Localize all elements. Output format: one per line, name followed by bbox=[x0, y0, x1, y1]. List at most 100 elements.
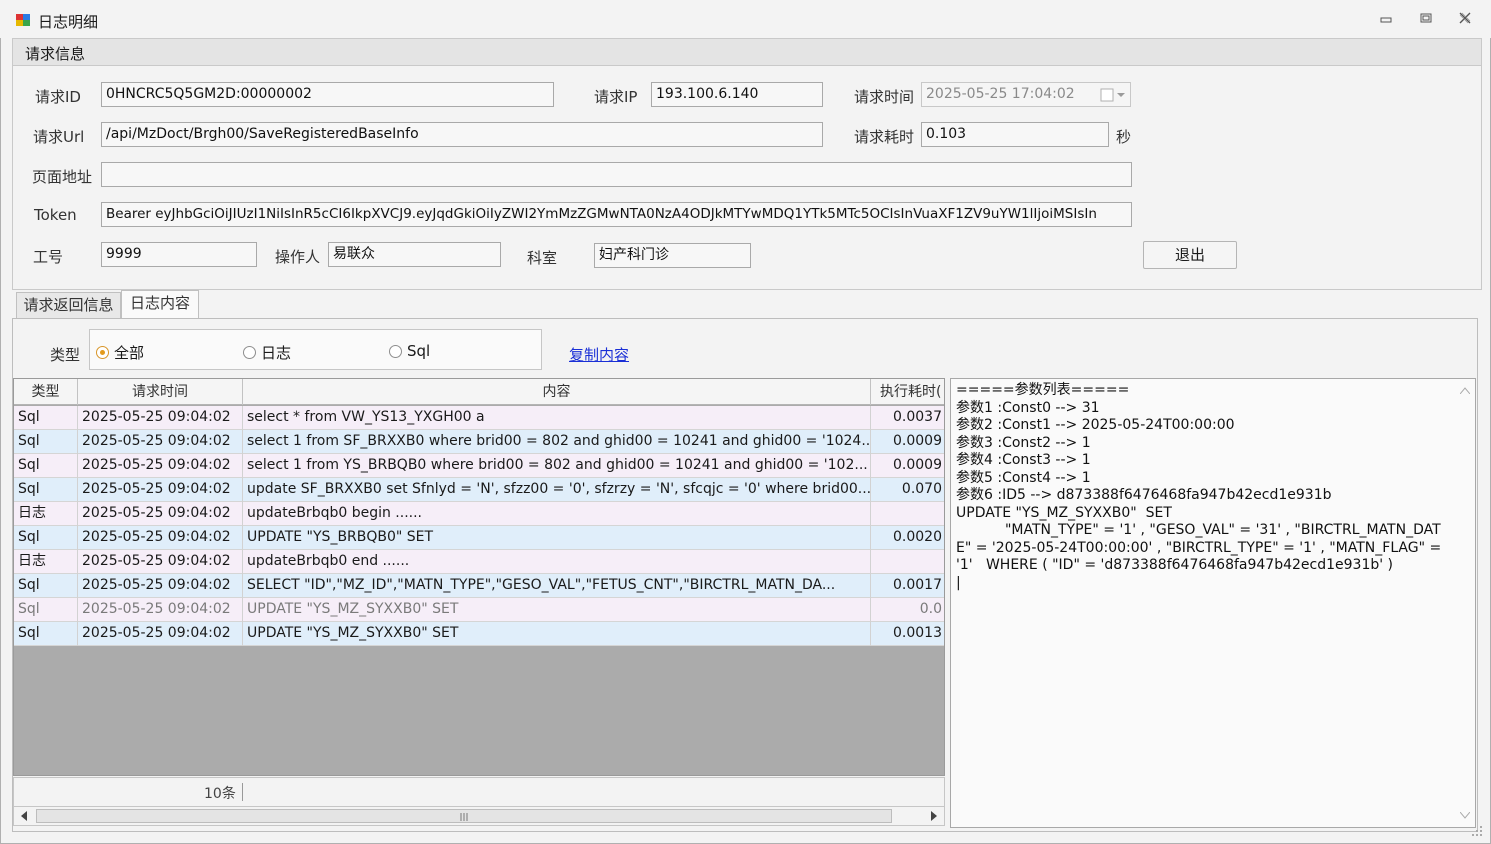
column-type[interactable]: 类型 bbox=[14, 379, 78, 405]
table-row[interactable]: 日志 2025-05-25 09:04:02 updateBrbqb0 end .… bbox=[14, 550, 944, 574]
employee-no-label: 工号 bbox=[33, 248, 64, 266]
elapsed-field[interactable]: 0.103 bbox=[921, 122, 1109, 147]
cell-type: Sql bbox=[14, 478, 78, 502]
tab-response-info[interactable]: 请求返回信息 bbox=[16, 292, 121, 319]
exit-button[interactable]: 退出 bbox=[1143, 241, 1237, 269]
radio-all-label: 全部 bbox=[114, 344, 145, 362]
grid-footer: 10条 bbox=[13, 777, 945, 807]
token-field[interactable]: Bearer eyJhbGciOiJIUzI1NiIsInR5cCI6IkpXV… bbox=[101, 202, 1132, 227]
close-button[interactable] bbox=[1450, 8, 1480, 32]
radio-all[interactable]: 全部 bbox=[96, 342, 144, 363]
cell-type: 日志 bbox=[14, 502, 78, 526]
title-bar: 日志明细 bbox=[0, 0, 1491, 38]
table-row[interactable]: Sql 2025-05-25 09:04:02 select 1 from SF_B… bbox=[14, 430, 944, 454]
cell-content: select 1 from YS_BRBQB0 where brid00 = 8… bbox=[243, 454, 871, 478]
tab-log-content[interactable]: 日志内容 bbox=[121, 290, 199, 319]
table-row[interactable]: Sql 2025-05-25 09:04:02 UPDATE "YS_MZ_SYXX… bbox=[14, 622, 944, 646]
resize-grip-icon[interactable] bbox=[1468, 822, 1484, 838]
window-title: 日志明细 bbox=[38, 13, 99, 31]
cell-content: UPDATE "YS_BRBQB0" SET bbox=[243, 526, 871, 550]
table-row[interactable]: Sql 2025-05-25 09:04:02 UPDATE "YS_MZ_SYXX… bbox=[14, 598, 944, 622]
maximize-icon bbox=[1420, 13, 1432, 23]
request-time-label: 请求时间 bbox=[854, 88, 915, 106]
column-content[interactable]: 内容 bbox=[243, 379, 871, 405]
table-row[interactable]: Sql 2025-05-25 09:04:02 SELECT "ID","MZ_I… bbox=[14, 574, 944, 598]
request-ip-field[interactable]: 193.100.6.140 bbox=[651, 82, 823, 107]
radio-sql[interactable]: Sql bbox=[389, 342, 430, 360]
scroll-down-icon[interactable] bbox=[1460, 812, 1470, 819]
request-url-field[interactable]: /api/MzDoct/Brgh00/SaveRegisteredBaseInf… bbox=[101, 122, 823, 147]
employee-no-field[interactable]: 9999 bbox=[101, 242, 257, 267]
scroll-right-icon[interactable] bbox=[930, 811, 938, 821]
cell-request-time: 2025-05-25 09:04:02 bbox=[78, 454, 243, 478]
cell-content: select 1 from SF_BRXXB0 where brid00 = 8… bbox=[243, 430, 871, 454]
maximize-button[interactable] bbox=[1411, 8, 1441, 32]
operator-label: 操作人 bbox=[275, 248, 321, 266]
radio-log[interactable]: 日志 bbox=[243, 342, 291, 363]
elapsed-unit: 秒 bbox=[1116, 128, 1132, 146]
cell-request-time: 2025-05-25 09:04:02 bbox=[78, 430, 243, 454]
operator-field[interactable]: 易联众 bbox=[328, 242, 501, 267]
grip-icon bbox=[460, 813, 468, 821]
cell-content: updateBrbqb0 end ...... bbox=[243, 550, 871, 574]
cell-type: Sql bbox=[14, 574, 78, 598]
copy-content-link[interactable]: 复制内容 bbox=[569, 344, 629, 365]
cell-exec-cost: 0.0009 bbox=[871, 430, 944, 454]
radio-sql-indicator bbox=[389, 344, 402, 358]
cell-content: SELECT "ID","MZ_ID","MATN_TYPE","GESO_VA… bbox=[243, 574, 871, 598]
cell-request-time: 2025-05-25 09:04:02 bbox=[78, 622, 243, 646]
table-row[interactable]: Sql 2025-05-25 09:04:02 UPDATE "YS_BRBQB0"… bbox=[14, 526, 944, 550]
sql-detail-text: =====参数列表===== 参数1 :Const0 --> 31 参数2 :C… bbox=[956, 382, 1442, 591]
vertical-scrollbar[interactable] bbox=[1457, 381, 1473, 825]
request-info-title: 请求信息 bbox=[25, 45, 86, 63]
horizontal-scrollbar[interactable] bbox=[13, 806, 945, 826]
sql-detail-textbox[interactable]: =====参数列表===== 参数1 :Const0 --> 31 参数2 :C… bbox=[950, 378, 1476, 828]
radio-log-indicator bbox=[243, 346, 256, 359]
app-form-icon bbox=[16, 14, 30, 26]
calendar-dropdown-icon bbox=[1100, 88, 1125, 102]
cell-content: select * from VW_YS13_YXGH00 a bbox=[243, 406, 871, 430]
cell-content: update SF_BRXXB0 set Sfnlyd = 'N', sfzz0… bbox=[243, 478, 871, 502]
request-id-label: 请求ID bbox=[35, 88, 81, 106]
cell-content: UPDATE "YS_MZ_SYXXB0" SET bbox=[243, 598, 871, 622]
cell-type: Sql bbox=[14, 430, 78, 454]
scroll-left-icon[interactable] bbox=[20, 811, 28, 821]
close-icon bbox=[1459, 12, 1471, 24]
radio-log-label: 日志 bbox=[261, 344, 292, 362]
cell-type: 日志 bbox=[14, 550, 78, 574]
cell-exec-cost: 0.0037 bbox=[871, 406, 944, 430]
elapsed-label: 请求耗时 bbox=[854, 128, 915, 146]
cell-type: Sql bbox=[14, 454, 78, 478]
department-label: 科室 bbox=[527, 249, 558, 267]
request-id-field[interactable]: 0HNCRC5Q5GM2D:00000002 bbox=[101, 82, 554, 107]
minimize-button[interactable] bbox=[1371, 8, 1401, 32]
cell-request-time: 2025-05-25 09:04:02 bbox=[78, 598, 243, 622]
page-address-field[interactable] bbox=[101, 162, 1132, 187]
request-url-label: 请求Url bbox=[33, 128, 85, 146]
table-row[interactable]: Sql 2025-05-25 09:04:02 update SF_BRXXB0 s… bbox=[14, 478, 944, 502]
cell-exec-cost: 0.0020 bbox=[871, 526, 944, 550]
log-grid[interactable]: 类型 请求时间 内容 执行耗时( Sql 2025-05-25 09:04:02 s… bbox=[13, 378, 945, 776]
request-time-picker[interactable]: 2025-05-25 17:04:02 bbox=[921, 82, 1131, 107]
table-row[interactable]: 日志 2025-05-25 09:04:02 updateBrbqb0 begin… bbox=[14, 502, 944, 526]
grid-header: 类型 请求时间 内容 执行耗时( bbox=[14, 379, 944, 405]
cell-exec-cost: 0.0009 bbox=[871, 454, 944, 478]
row-count: 10条 bbox=[204, 786, 236, 802]
column-exec-cost[interactable]: 执行耗时( bbox=[871, 379, 944, 405]
minimize-icon bbox=[1380, 17, 1392, 23]
radio-all-indicator bbox=[96, 346, 109, 359]
table-row[interactable]: Sql 2025-05-25 09:04:02 select * from VW_Y… bbox=[14, 406, 944, 430]
scroll-up-icon[interactable] bbox=[1460, 387, 1470, 394]
type-filter-label: 类型 bbox=[50, 346, 81, 364]
cell-exec-cost: 0.070 bbox=[871, 478, 944, 502]
cell-request-time: 2025-05-25 09:04:02 bbox=[78, 526, 243, 550]
request-info-header: 请求信息 bbox=[12, 38, 1482, 66]
scroll-thumb[interactable] bbox=[36, 809, 892, 823]
column-request-time[interactable]: 请求时间 bbox=[78, 379, 243, 405]
cell-request-time: 2025-05-25 09:04:02 bbox=[78, 574, 243, 598]
cell-request-time: 2025-05-25 09:04:02 bbox=[78, 406, 243, 430]
table-row[interactable]: Sql 2025-05-25 09:04:02 select 1 from YS_B… bbox=[14, 454, 944, 478]
cell-type: Sql bbox=[14, 622, 78, 646]
department-field[interactable]: 妇产科门诊 bbox=[594, 243, 751, 268]
type-filter-group bbox=[89, 329, 542, 370]
